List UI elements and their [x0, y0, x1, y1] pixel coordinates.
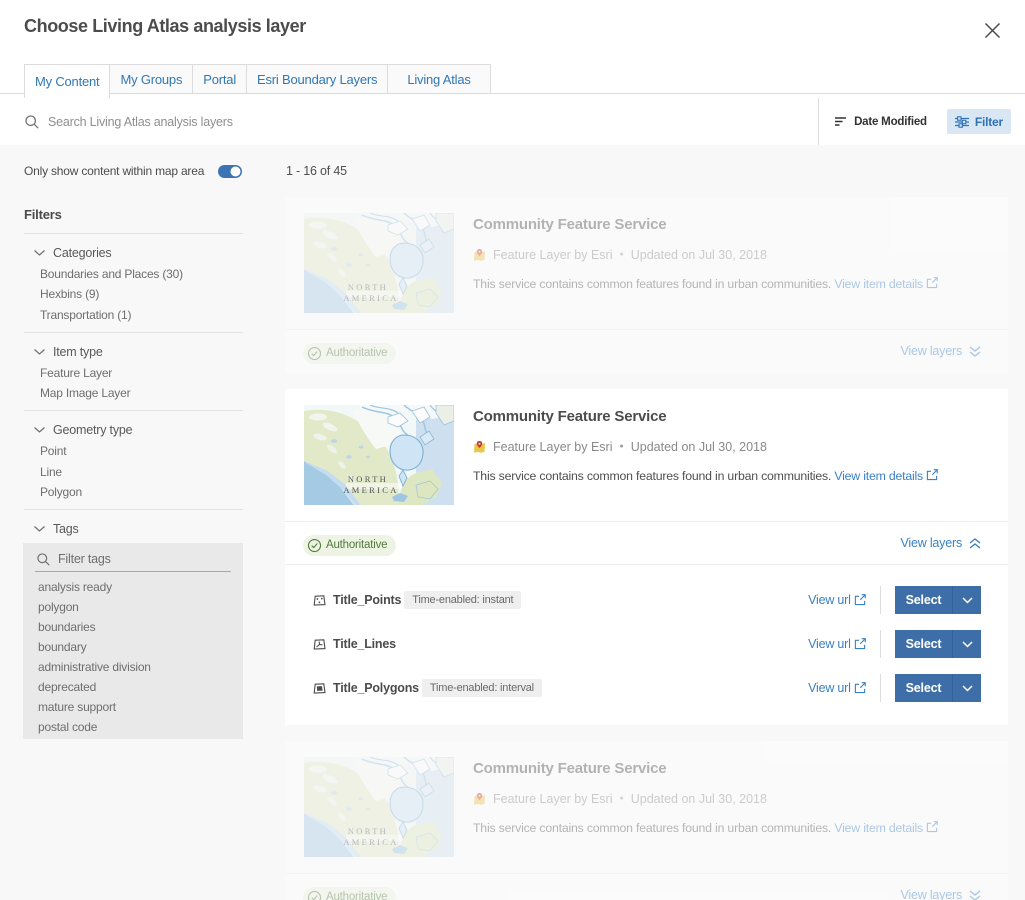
svg-text:AMERICA: AMERICA [343, 293, 398, 303]
svg-text:NORTH: NORTH [348, 474, 388, 484]
svg-text:NORTH: NORTH [348, 282, 388, 292]
svg-text:AMERICA: AMERICA [343, 837, 398, 847]
svg-text:AMERICA: AMERICA [343, 485, 398, 495]
svg-text:NORTH: NORTH [348, 826, 388, 836]
